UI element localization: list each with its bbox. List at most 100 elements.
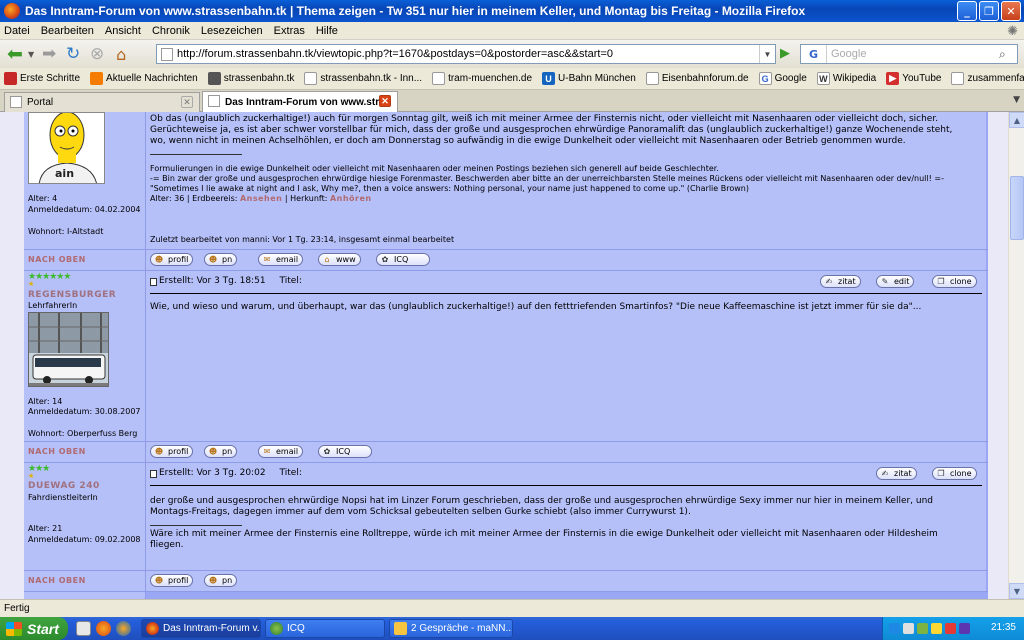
menu-ansicht[interactable]: Ansicht [105,25,141,37]
security-tray-icon[interactable] [931,623,942,634]
profile-button[interactable]: ☻ profil [150,253,194,266]
signature-line: Formulierungen in die ewige Dunkelheit o… [150,164,719,173]
browser-quicklaunch-icon[interactable] [116,621,131,636]
menu-lesezeichen[interactable]: Lesezeichen [201,25,263,37]
button-label: www [336,255,356,264]
minimize-button[interactable]: _ [957,1,977,21]
quote-button[interactable]: ✍ zitat [820,275,861,288]
post-link-icon[interactable] [150,469,157,478]
icq-button[interactable]: ✿ ICQ [376,253,430,266]
bookmark-google[interactable]: G Google [758,72,807,85]
navigation-toolbar: ⬅ ▼ ➡ ↻ ⊗ ⌂ http://forum.strassenbahn.tk… [0,40,1024,68]
back-to-top-link[interactable]: Nach oben [28,447,86,456]
scroll-down-arrow-icon[interactable]: ▼ [1009,583,1024,599]
tab-close-icon[interactable]: ✕ [181,96,193,108]
avatar-image: ain [28,112,105,184]
scroll-up-arrow-icon[interactable]: ▲ [1009,112,1024,128]
network-tray-icon[interactable] [889,623,900,634]
post-signature: Formulierungen in die ewige Dunkelheit o… [150,164,980,204]
url-text[interactable]: http://forum.strassenbahn.tk/viewtopic.p… [177,48,613,60]
profile-link-anhoeren[interactable]: Anhören [330,194,372,203]
bookmark-zusammenfassung[interactable]: zusammenfassung_2... [951,72,1024,85]
back-history-dropdown-icon[interactable]: ▼ [28,50,34,59]
www-button[interactable]: ⌂ www [318,253,361,266]
bookmark-strassenbahn-tk[interactable]: strassenbahn.tk [207,72,294,85]
search-engine-icon[interactable]: G [801,45,827,63]
email-button[interactable]: ✉ email [258,445,304,458]
quote-button[interactable]: ✍ zitat [876,467,917,480]
post-title-label: Titel: [279,468,302,478]
signature-divider [150,525,242,526]
bookmark-label: tram-muenchen.de [448,73,533,84]
display-tray-icon[interactable] [903,623,914,634]
forward-arrow-icon[interactable]: ➡ [38,43,60,65]
stop-icon[interactable]: ⊗ [86,43,108,65]
status-text: Fertig [4,603,30,614]
edit-button[interactable]: ✎ edit [876,275,915,288]
menu-bearbeiten[interactable]: Bearbeiten [41,25,94,37]
close-button[interactable]: ✕ [1001,1,1021,21]
taskbar-item-chat[interactable]: 2 Gespräche - maNN... [389,619,513,638]
clone-button[interactable]: ❐ clone [932,467,977,480]
bookmark-erste-schritte[interactable]: Erste Schritte [4,72,80,85]
scrollbar-thumb[interactable] [1010,176,1024,240]
taskbar-item-icq[interactable]: ICQ [265,619,385,638]
bookmark-aktuelle-nachrichten[interactable]: Aktuelle Nachrichten [90,72,198,85]
url-bar[interactable]: http://forum.strassenbahn.tk/viewtopic.p… [156,44,776,64]
vertical-scrollbar[interactable]: ▲ ▼ [1008,112,1024,599]
pm-button[interactable]: ☻ pn [204,253,238,266]
bookmark-wikipedia[interactable]: W Wikipedia [816,72,876,85]
menu-datei[interactable]: Datei [4,25,30,37]
profile-link-ansehen[interactable]: Ansehen [240,194,282,203]
antivirus-tray-icon[interactable] [945,623,956,634]
icq-button[interactable]: ✿ ICQ [318,445,372,458]
button-label: zitat [894,469,912,478]
volume-tray-icon[interactable] [959,623,970,634]
profile-button[interactable]: ☻ profil [150,574,194,587]
clone-button[interactable]: ❐ clone [932,275,977,288]
page-icon [432,72,446,85]
post-text: der große und ausgesprochen ehrwürdige N… [150,496,980,518]
bookmark-eisenbahnforum[interactable]: Eisenbahnforum.de [645,72,749,85]
taskbar-item-firefox[interactable]: Das Inntram-Forum v... [141,619,261,638]
tab-inntram-forum[interactable]: Das Inntram-Forum von www.str... ✕ [202,91,398,112]
reload-icon[interactable]: ↻ [62,43,84,65]
window-controls: _ ❐ ✕ [957,1,1021,21]
bookmark-youtube[interactable]: ▶ YouTube [886,72,941,85]
search-box[interactable]: G Google ⌕ [800,44,1018,64]
window-titlebar[interactable]: Das Inntram-Forum von www.strassenbahn.t… [0,0,1024,22]
pm-button[interactable]: ☻ pn [204,574,238,587]
firefox-quicklaunch-icon[interactable] [96,621,111,636]
start-button[interactable]: Start [0,617,68,640]
maximize-button[interactable]: ❐ [979,1,999,21]
pm-button[interactable]: ☻ pn [204,445,238,458]
post-footer: ☻ profil ☻ pn ✉ email ⌂ www ✿ ICQ [146,250,986,270]
back-to-top-link[interactable]: Nach oben [28,576,86,585]
post-author-panel: ain Alter: 4 Anmeldedatum: 04.02.2004 Wo… [24,112,146,249]
show-desktop-icon[interactable] [76,621,91,636]
bookmark-strassenbahn-tk-inn[interactable]: strassenbahn.tk - Inn... [304,72,422,85]
page-icon [304,72,318,85]
menu-hilfe[interactable]: Hilfe [316,25,338,37]
tab-portal[interactable]: Portal ✕ [4,92,200,112]
menu-extras[interactable]: Extras [274,25,305,37]
back-to-top-link[interactable]: Nach oben [28,255,86,264]
search-input[interactable]: Google [827,48,999,60]
menu-chronik[interactable]: Chronik [152,25,190,37]
bookmark-u-bahn-muenchen[interactable]: U U-Bahn München [542,72,636,85]
tab-close-icon[interactable]: ✕ [379,95,391,107]
go-arrow-icon[interactable]: ▶ [780,47,794,61]
search-magnifier-icon[interactable]: ⌕ [999,47,1017,62]
firefox-icon [4,3,20,19]
home-icon[interactable]: ⌂ [110,43,132,65]
back-arrow-icon[interactable]: ⬅ [4,43,26,65]
post-link-icon[interactable] [150,277,157,286]
tab-list-dropdown-icon[interactable]: ▼ [1013,95,1020,105]
bookmark-tram-muenchen[interactable]: tram-muenchen.de [432,72,532,85]
author-name[interactable]: Regensburger [28,290,116,300]
author-name[interactable]: DUEWAG 240 [28,481,100,491]
url-dropdown-icon[interactable]: ▼ [759,45,775,63]
profile-button[interactable]: ☻ profil [150,445,194,458]
icq-tray-icon[interactable] [917,623,928,634]
email-button[interactable]: ✉ email [258,253,304,266]
